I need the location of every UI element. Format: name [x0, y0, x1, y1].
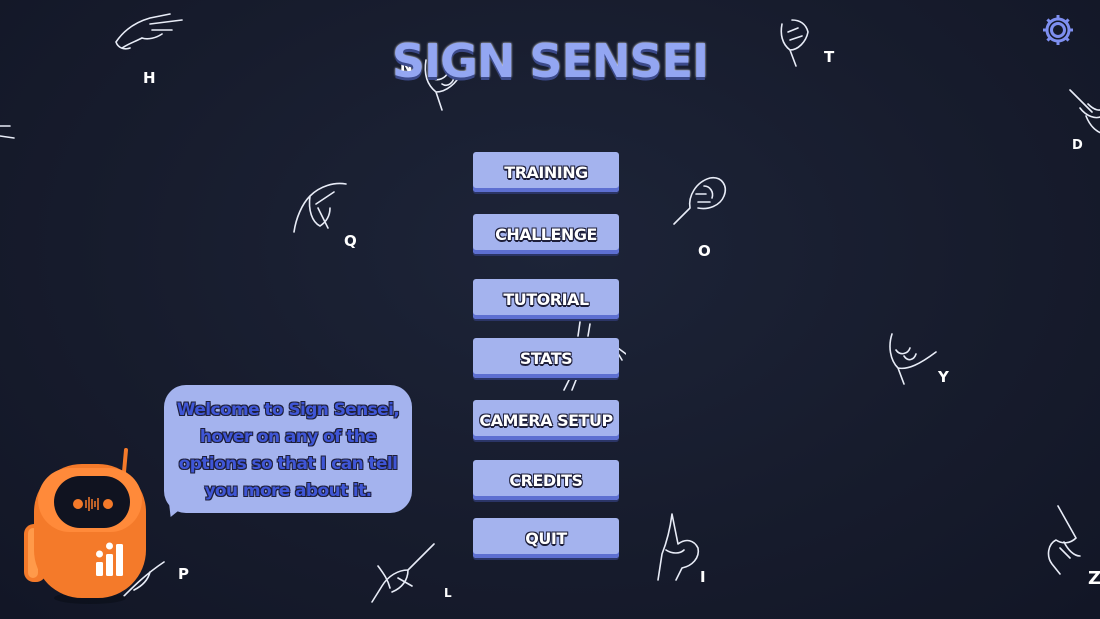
hand-sign-o-icon: [670, 172, 730, 228]
assistant-message: Welcome to Sign Sensei, hover on any of …: [176, 400, 400, 501]
challenge-button[interactable]: CHALLENGE: [473, 214, 619, 254]
camera-setup-button[interactable]: CAMERA SETUP: [473, 400, 619, 440]
speech-bubble: Welcome to Sign Sensei, hover on any of …: [164, 385, 412, 513]
training-button[interactable]: TRAINING: [473, 152, 619, 192]
hand-sign-z-icon: [1044, 504, 1088, 576]
quit-button[interactable]: QUIT: [473, 518, 619, 558]
letter-d: D: [1072, 138, 1083, 153]
hand-sign-q-icon: [290, 178, 350, 238]
letter-l: L: [444, 586, 452, 600]
letter-q: Q: [344, 232, 357, 250]
gear-icon[interactable]: [1040, 12, 1076, 48]
hand-sign-i-icon: [652, 510, 704, 582]
credits-button[interactable]: CREDITS: [473, 460, 619, 500]
tutorial-button[interactable]: TUTORIAL: [473, 279, 619, 319]
hand-sign-y-icon: [884, 330, 940, 386]
game-title: SIGN SENSEI: [391, 34, 709, 88]
letter-y: Y: [938, 368, 949, 386]
hand-sign-l-icon: [368, 540, 440, 604]
stats-button[interactable]: STATS: [473, 338, 619, 378]
hand-sign-d-icon: [1066, 86, 1100, 138]
robot-mascot-icon: [20, 448, 160, 608]
letter-z: Z: [1088, 568, 1100, 589]
hand-sign-partial-icon: [0, 118, 16, 142]
letter-p: P: [178, 565, 189, 583]
letter-i: I: [700, 568, 706, 586]
letter-o: O: [698, 242, 711, 260]
